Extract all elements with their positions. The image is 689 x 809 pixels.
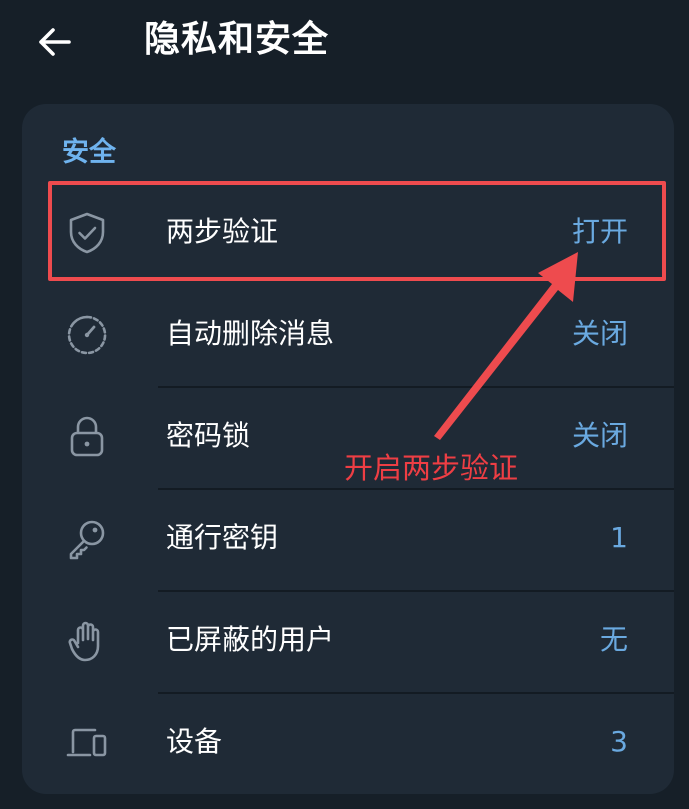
lock-icon: [70, 416, 104, 457]
key-icon: [69, 520, 105, 560]
row-label: 通行密钥: [166, 521, 279, 554]
timer-icon: [67, 315, 107, 355]
row-label: 设备: [166, 725, 223, 758]
back-button[interactable]: [30, 18, 78, 66]
page-title: 隐私和安全: [144, 19, 330, 60]
section-title: 安全: [62, 137, 116, 168]
row-label: 密码锁: [166, 419, 251, 452]
devices-icon: [66, 728, 107, 757]
row-value: 关闭: [571, 419, 628, 452]
row-auto-delete-messages[interactable]: 自动删除消息 关闭: [22, 284, 674, 386]
row-label: 已屏蔽的用户: [166, 623, 335, 656]
header: 隐私和安全: [0, 0, 689, 86]
row-blocked-users[interactable]: 已屏蔽的用户 无: [22, 590, 674, 692]
arrow-left-icon: [39, 28, 71, 56]
shield-check-icon: [69, 212, 105, 254]
row-passkeys[interactable]: 通行密钥 1: [22, 488, 674, 590]
row-value: 1: [610, 521, 628, 554]
row-value: 关闭: [571, 317, 628, 350]
row-two-step-verification[interactable]: 两步验证 打开: [22, 182, 674, 284]
annotation-text: 开启两步验证: [344, 451, 519, 485]
hand-icon: [68, 621, 100, 662]
row-value: 打开: [571, 215, 628, 248]
row-devices[interactable]: 设备 3: [22, 692, 674, 794]
row-label: 自动删除消息: [166, 317, 335, 350]
row-label: 两步验证: [166, 215, 279, 248]
row-value: 无: [599, 623, 628, 656]
row-value: 3: [610, 725, 628, 758]
